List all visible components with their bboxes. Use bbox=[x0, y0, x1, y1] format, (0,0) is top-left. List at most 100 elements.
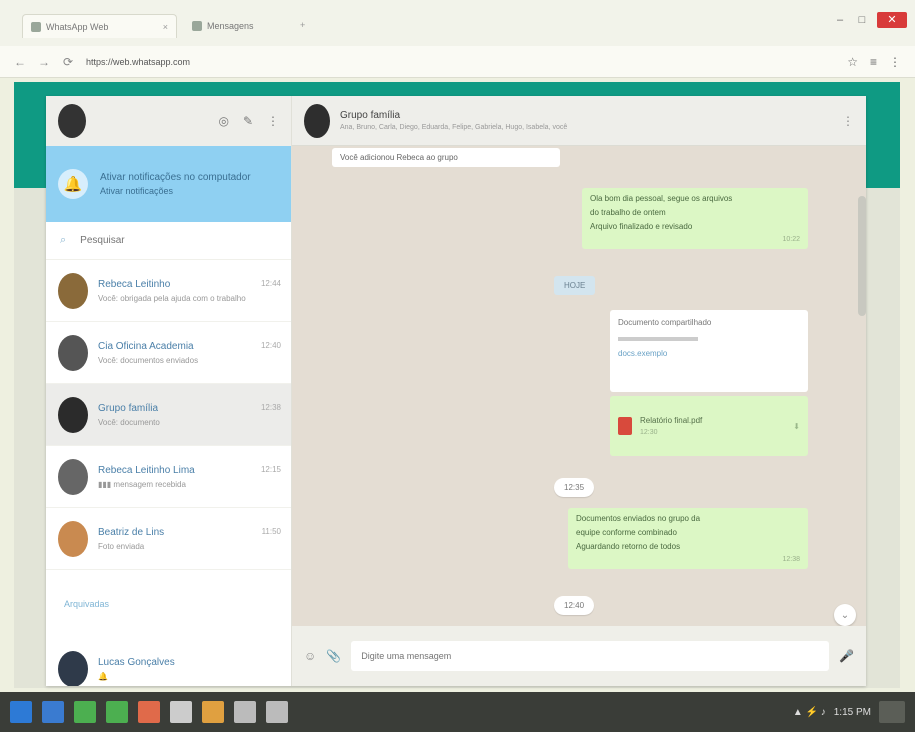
show-desktop-button[interactable] bbox=[879, 701, 905, 723]
link-preview-bar bbox=[618, 337, 698, 341]
chat-list-item[interactable]: Rebeca Leitinho Lima 12:15 ▮▮▮ mensagem … bbox=[46, 446, 291, 508]
time-divider: 12:40 bbox=[554, 596, 595, 615]
chat-list-item[interactable]: Cia Oficina Academia 12:40 Você: documen… bbox=[46, 322, 291, 384]
attach-icon[interactable]: 📎 bbox=[326, 649, 341, 663]
message-time: 12:38 bbox=[782, 556, 800, 563]
taskbar-app-icon[interactable] bbox=[170, 701, 192, 723]
taskbar-app-icon[interactable] bbox=[138, 701, 160, 723]
tab-close-icon[interactable]: × bbox=[163, 22, 168, 32]
sidebar-header-icons: ◎ ✎ ⋮ bbox=[218, 114, 279, 128]
chat-list-item[interactable]: Lucas Gonçalves 🔔 bbox=[46, 638, 291, 686]
message-input[interactable] bbox=[351, 641, 830, 671]
avatar bbox=[58, 458, 88, 495]
whatsapp-app: ◎ ✎ ⋮ 🔔 Ativar notificações no computado… bbox=[46, 96, 866, 686]
chat-list-item-selected[interactable]: Grupo família 12:38 Você: documento bbox=[46, 384, 291, 446]
group-members: Ana, Bruno, Carla, Diego, Eduarda, Felip… bbox=[340, 124, 568, 131]
avatar bbox=[58, 334, 88, 371]
new-tab-button[interactable]: + bbox=[300, 20, 354, 34]
taskbar-app-icon[interactable] bbox=[42, 701, 64, 723]
url-field[interactable]: https://web.whatsapp.com bbox=[86, 57, 286, 67]
chat-name: Beatriz de Lins bbox=[98, 526, 165, 538]
sidebar-menu-icon[interactable]: ⋮ bbox=[267, 114, 279, 128]
taskbar-app-icon[interactable] bbox=[106, 701, 128, 723]
chat-sidebar: ◎ ✎ ⋮ 🔔 Ativar notificações no computado… bbox=[46, 96, 292, 686]
file-name: Relatório final.pdf bbox=[640, 416, 703, 425]
message-time: 12:30 bbox=[640, 429, 658, 436]
message-line: Ola bom dia pessoal, segue os arquivos bbox=[590, 194, 733, 203]
avatar bbox=[58, 520, 88, 557]
os-taskbar: ▲ ⚡ ♪ 1:15 PM bbox=[0, 692, 915, 732]
bookmark-star-icon[interactable]: ☆ bbox=[847, 55, 858, 69]
chat-list-item[interactable]: Beatriz de Lins 11:50 Foto enviada bbox=[46, 508, 291, 570]
taskbar-app-icon[interactable] bbox=[74, 701, 96, 723]
taskbar-app-icon[interactable] bbox=[202, 701, 224, 723]
outgoing-message: Documentos enviados no grupo da equipe c… bbox=[568, 508, 808, 569]
download-icon[interactable]: ⬇ bbox=[793, 422, 800, 431]
chat-time: 12:40 bbox=[260, 340, 281, 350]
archived-chats-link[interactable]: Arquivadas bbox=[46, 570, 291, 638]
chat-menu-icon[interactable]: ⋮ bbox=[842, 114, 854, 128]
chat-preview: Você: documento bbox=[98, 417, 160, 427]
whatsapp-favicon-icon bbox=[31, 21, 41, 32]
link-preview-title: Documento compartilhado bbox=[618, 318, 712, 327]
search-icon: ⌕ bbox=[60, 234, 67, 246]
back-icon[interactable]: ← bbox=[14, 55, 26, 69]
message-time: 10:22 bbox=[782, 236, 800, 243]
outgoing-message: Ola bom dia pessoal, segue os arquivos d… bbox=[582, 188, 808, 249]
chat-list-item[interactable]: Rebeca Leitinho 12:44 Você: obrigada pel… bbox=[46, 260, 291, 322]
clock[interactable]: 1:15 PM bbox=[834, 707, 871, 718]
chat-name: Rebeca Leitinho bbox=[98, 278, 171, 290]
group-avatar[interactable] bbox=[304, 103, 330, 138]
browser-toolbar-icons: ☆ ≡ ⋮ bbox=[847, 55, 901, 69]
chat-time: 12:44 bbox=[260, 278, 281, 288]
sidebar-header: ◎ ✎ ⋮ bbox=[46, 96, 291, 146]
tab-label: WhatsApp Web bbox=[46, 21, 109, 32]
microphone-icon[interactable]: 🎤 bbox=[839, 649, 854, 663]
message-line: Aguardando retorno de todos bbox=[576, 542, 681, 551]
window-controls: – □ ✕ bbox=[833, 12, 907, 28]
status-icon[interactable]: ◎ bbox=[218, 114, 228, 128]
scroll-down-button[interactable]: ⌄ bbox=[834, 604, 856, 626]
notification-link[interactable]: Ativar notificações bbox=[100, 186, 251, 196]
time-divider: 12:35 bbox=[554, 478, 595, 497]
address-bar: ← → ⟳ https://web.whatsapp.com ☆ ≡ ⋮ bbox=[0, 46, 915, 78]
search-input[interactable] bbox=[80, 235, 277, 246]
taskbar-app-icon[interactable] bbox=[234, 701, 256, 723]
profile-avatar[interactable] bbox=[58, 104, 86, 138]
avatar bbox=[58, 396, 88, 433]
page-scrollbar[interactable] bbox=[858, 196, 866, 316]
minimize-button[interactable]: – bbox=[833, 14, 847, 26]
incoming-message: Você adicionou Rebeca ao grupo bbox=[332, 148, 560, 167]
file-message[interactable]: Relatório final.pdf 12:30 ⬇ bbox=[610, 396, 808, 456]
browser-menu-icon[interactable]: ⋮ bbox=[889, 55, 901, 69]
emoji-icon[interactable]: ☺ bbox=[304, 649, 316, 663]
chat-preview: 🔔 bbox=[98, 671, 108, 681]
close-window-button[interactable]: ✕ bbox=[877, 12, 907, 28]
browser-tab-second[interactable]: Mensagens bbox=[184, 14, 294, 38]
new-chat-icon[interactable]: ✎ bbox=[243, 114, 253, 128]
chat-time: 12:38 bbox=[260, 402, 281, 412]
maximize-button[interactable]: □ bbox=[855, 14, 869, 26]
notification-title: Ativar notificações no computador bbox=[100, 172, 251, 183]
link-preview-card[interactable]: Documento compartilhado docs.exemplo bbox=[610, 310, 808, 392]
link-preview-url[interactable]: docs.exemplo bbox=[618, 349, 800, 358]
start-button[interactable] bbox=[10, 701, 32, 723]
chat-header[interactable]: Grupo família Ana, Bruno, Carla, Diego, … bbox=[292, 96, 866, 146]
forward-icon[interactable]: → bbox=[38, 55, 50, 69]
tray-icons[interactable]: ▲ ⚡ ♪ bbox=[793, 707, 826, 718]
tab-label: Mensagens bbox=[207, 21, 254, 31]
extensions-icon[interactable]: ≡ bbox=[870, 55, 877, 69]
chat-name: Cia Oficina Academia bbox=[98, 340, 194, 352]
message-line: equipe conforme combinado bbox=[576, 528, 677, 537]
system-tray: ▲ ⚡ ♪ 1:15 PM bbox=[793, 701, 905, 723]
browser-tab-whatsapp[interactable]: WhatsApp Web × bbox=[22, 14, 177, 38]
pdf-icon bbox=[618, 417, 632, 435]
avatar bbox=[58, 650, 88, 686]
message-line: Arquivo finalizado e revisado bbox=[590, 222, 693, 231]
message-line: Documentos enviados no grupo da bbox=[576, 514, 701, 523]
chat-preview: Você: obrigada pela ajuda com o trabalho bbox=[98, 293, 246, 303]
taskbar-app-icon[interactable] bbox=[266, 701, 288, 723]
reload-icon[interactable]: ⟳ bbox=[62, 55, 74, 69]
notification-banner[interactable]: 🔔 Ativar notificações no computador Ativ… bbox=[46, 146, 291, 222]
group-name: Grupo família bbox=[340, 110, 401, 121]
